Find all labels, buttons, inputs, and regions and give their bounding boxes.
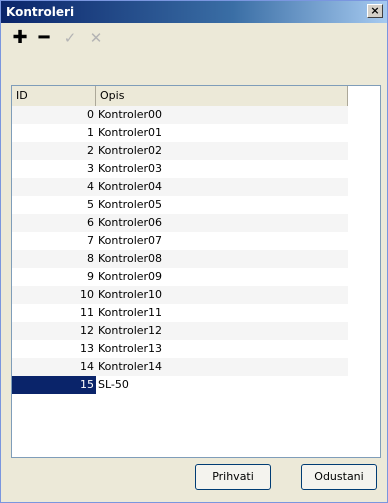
- cell-id[interactable]: 10: [12, 286, 96, 304]
- cell-id[interactable]: 9: [12, 268, 96, 286]
- x-icon: ✕: [89, 29, 103, 47]
- cell-opis[interactable]: SL-50: [98, 376, 348, 394]
- cell-id[interactable]: 7: [12, 232, 96, 250]
- checkmark-icon: ✓: [63, 29, 77, 47]
- minus-icon: ━: [38, 27, 50, 48]
- table-row[interactable]: 1 Kontroler01: [12, 124, 348, 142]
- cell-id[interactable]: 6: [12, 214, 96, 232]
- close-icon: ×: [370, 4, 380, 17]
- cell-opis[interactable]: Kontroler10: [98, 286, 348, 304]
- cell-id[interactable]: 14: [12, 358, 96, 376]
- cell-opis[interactable]: Kontroler07: [98, 232, 348, 250]
- table-row[interactable]: 13 Kontroler13: [12, 340, 348, 358]
- cell-id[interactable]: 1: [12, 124, 96, 142]
- controllers-table[interactable]: ID Opis 0 Kontroler00 1 Kontroler01 2 Kontrol…: [11, 85, 381, 458]
- cell-opis[interactable]: Kontroler09: [98, 268, 348, 286]
- plus-icon: ✚: [12, 27, 28, 48]
- cell-opis[interactable]: Kontroler02: [98, 142, 348, 160]
- table-row[interactable]: 15 SL-50: [12, 376, 348, 394]
- cell-opis[interactable]: Kontroler00: [98, 106, 348, 124]
- cell-id[interactable]: 5: [12, 196, 96, 214]
- cell-opis[interactable]: Kontroler13: [98, 340, 348, 358]
- table-row[interactable]: 2 Kontroler02: [12, 142, 348, 160]
- cell-opis[interactable]: Kontroler06: [98, 214, 348, 232]
- cell-opis[interactable]: Kontroler01: [98, 124, 348, 142]
- table-row[interactable]: 7 Kontroler07: [12, 232, 348, 250]
- table-row[interactable]: 9 Kontroler09: [12, 268, 348, 286]
- cell-id[interactable]: 4: [12, 178, 96, 196]
- table-row[interactable]: 14 Kontroler14: [12, 358, 348, 376]
- cell-id[interactable]: 13: [12, 340, 96, 358]
- table-row[interactable]: 8 Kontroler08: [12, 250, 348, 268]
- cell-opis[interactable]: Kontroler03: [98, 160, 348, 178]
- add-button[interactable]: ✚: [9, 27, 31, 49]
- cell-opis[interactable]: Kontroler12: [98, 322, 348, 340]
- toolbar: ✚ ━ ✓ ✕: [1, 23, 387, 53]
- cancel-edit-button[interactable]: ✕: [85, 27, 107, 49]
- confirm-button[interactable]: ✓: [59, 27, 81, 49]
- table-row[interactable]: 12 Kontroler12: [12, 322, 348, 340]
- cell-opis[interactable]: Kontroler08: [98, 250, 348, 268]
- cell-id[interactable]: 12: [12, 322, 96, 340]
- table-row[interactable]: 6 Kontroler06: [12, 214, 348, 232]
- title-bar: Kontroleri ×: [1, 1, 387, 23]
- cell-opis[interactable]: Kontroler05: [98, 196, 348, 214]
- column-header-opis[interactable]: Opis: [96, 86, 348, 106]
- table-row[interactable]: 11 Kontroler11: [12, 304, 348, 322]
- cell-opis[interactable]: Kontroler11: [98, 304, 348, 322]
- close-button[interactable]: ×: [367, 4, 383, 18]
- table-row[interactable]: 3 Kontroler03: [12, 160, 348, 178]
- table-row[interactable]: 10 Kontroler10: [12, 286, 348, 304]
- table-body: 0 Kontroler00 1 Kontroler01 2 Kontroler02 3 Kon…: [12, 106, 348, 394]
- table-row[interactable]: 0 Kontroler00: [12, 106, 348, 124]
- controllers-dialog: Kontroleri × ✚ ━ ✓ ✕ ID Opis 0 Kontroler0…: [0, 0, 388, 503]
- accept-button[interactable]: Prihvati: [195, 464, 271, 490]
- table-row[interactable]: 5 Kontroler05: [12, 196, 348, 214]
- cell-id[interactable]: 2: [12, 142, 96, 160]
- cell-id[interactable]: 11: [12, 304, 96, 322]
- table-header: ID Opis: [12, 86, 348, 107]
- cell-id[interactable]: 15: [12, 376, 96, 394]
- cell-id[interactable]: 8: [12, 250, 96, 268]
- cell-id[interactable]: 0: [12, 106, 96, 124]
- table-row[interactable]: 4 Kontroler04: [12, 178, 348, 196]
- cell-id[interactable]: 3: [12, 160, 96, 178]
- cell-opis[interactable]: Kontroler14: [98, 358, 348, 376]
- cell-opis[interactable]: Kontroler04: [98, 178, 348, 196]
- column-header-id[interactable]: ID: [12, 86, 96, 106]
- cancel-button[interactable]: Odustani: [301, 464, 377, 490]
- remove-button[interactable]: ━: [33, 27, 55, 49]
- window-title: Kontroleri: [6, 5, 75, 19]
